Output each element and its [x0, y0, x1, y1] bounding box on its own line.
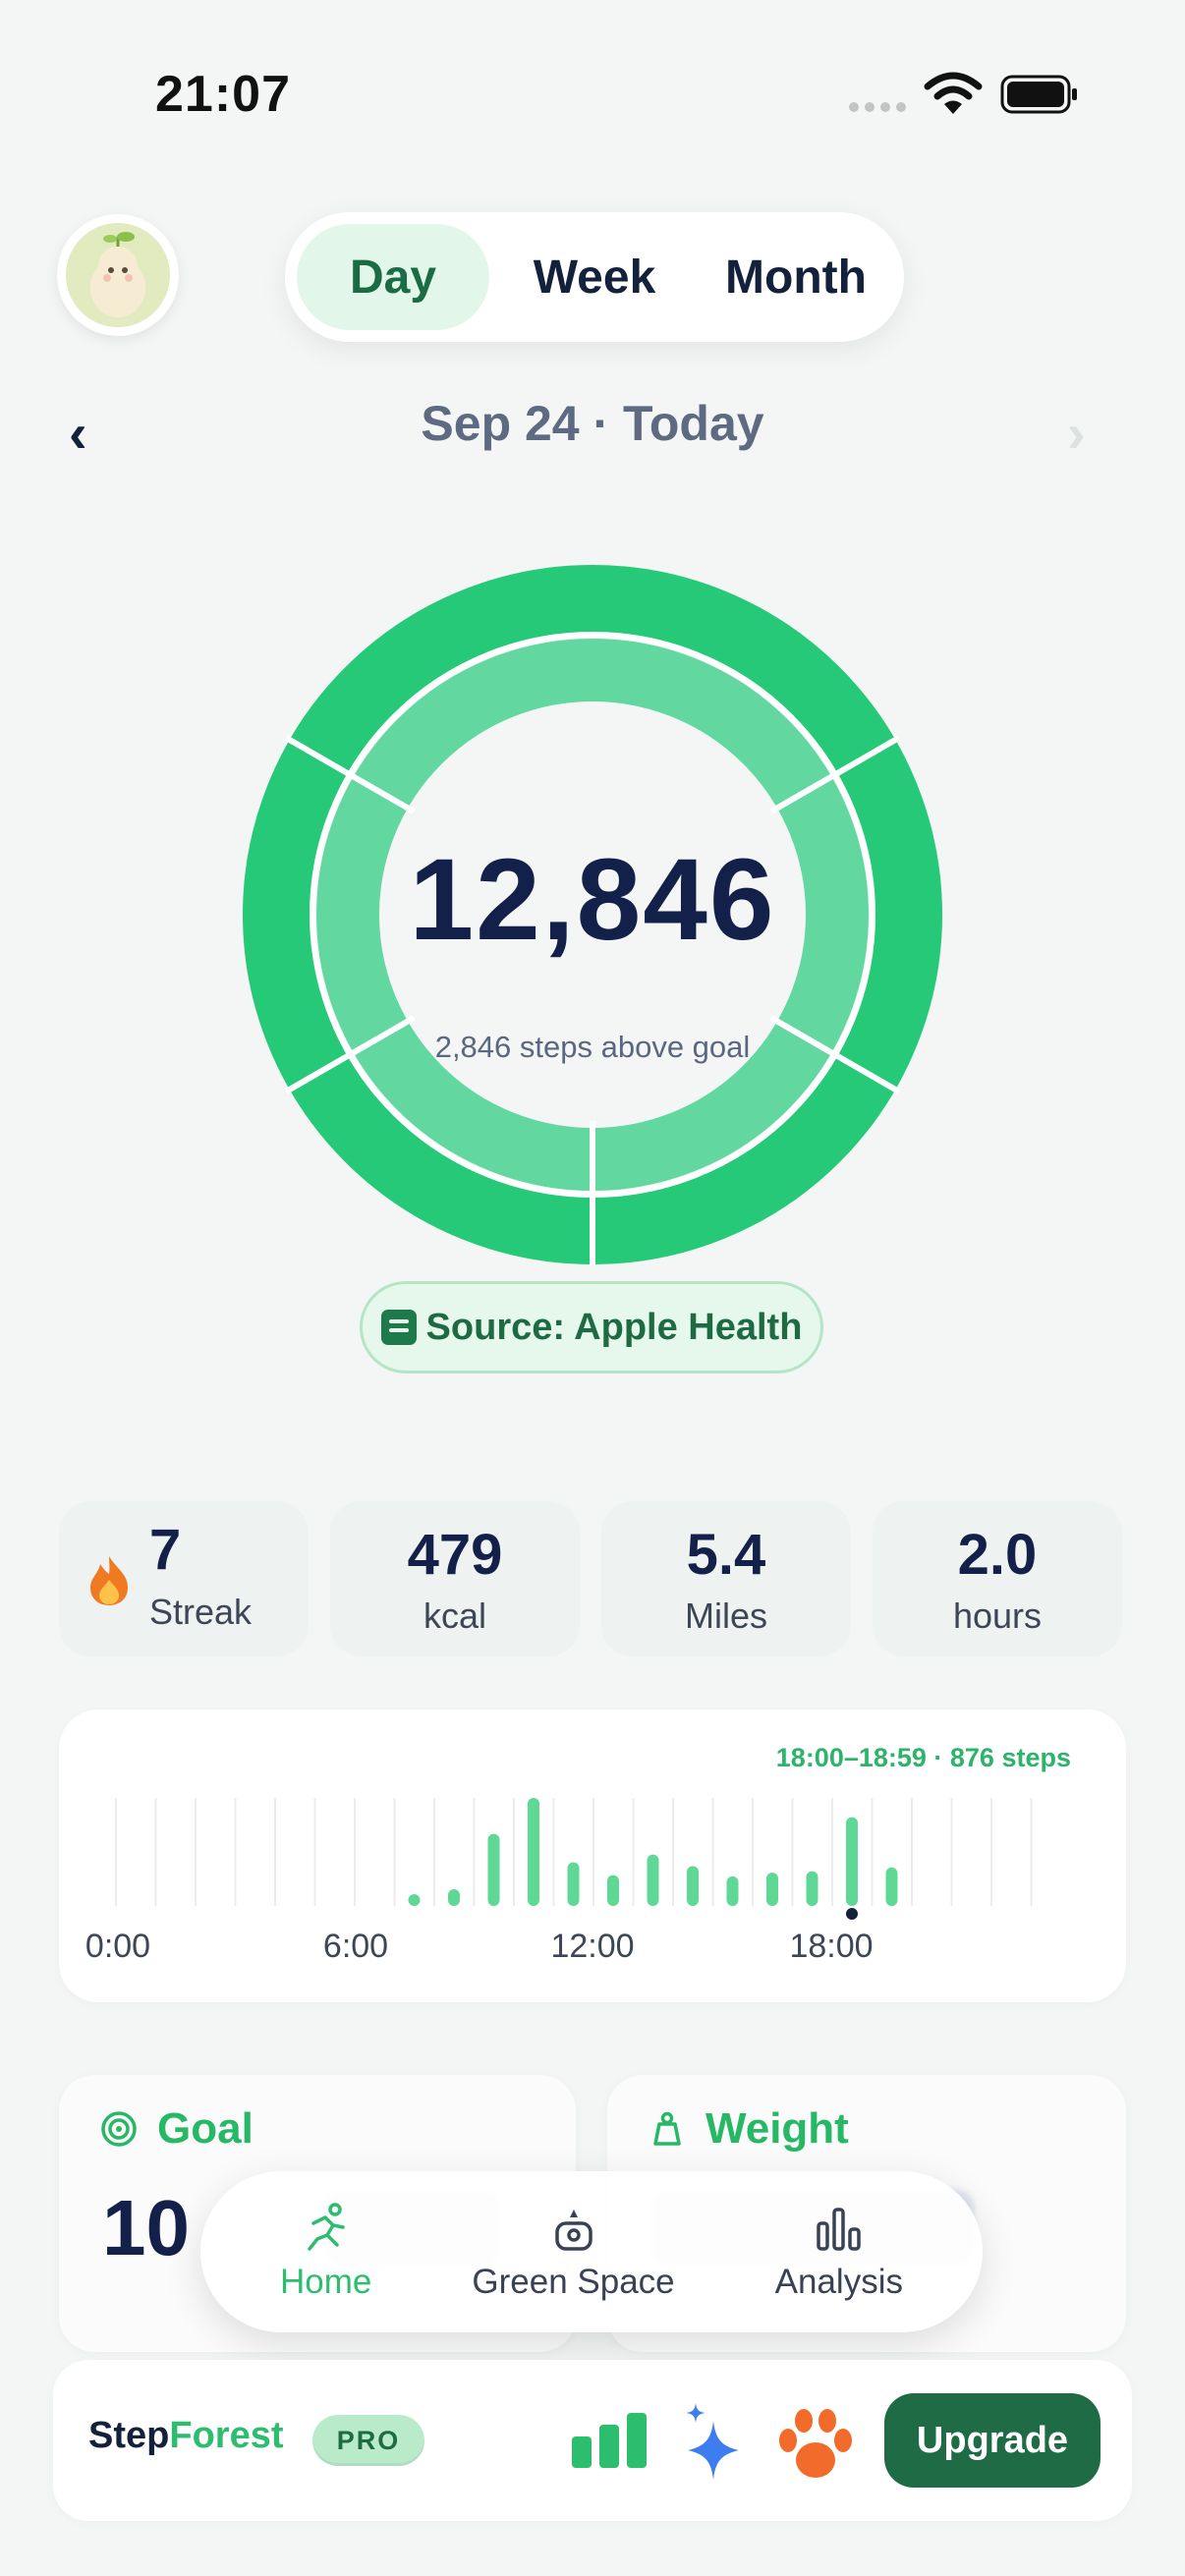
next-day-button[interactable]: › [1067, 401, 1086, 465]
goal-difference-text: 2,846 steps above goal [434, 1030, 751, 1064]
nav-home-label: Home [280, 2263, 372, 2301]
hour-bar[interactable] [766, 1872, 778, 1906]
tab-month[interactable]: Month [700, 224, 892, 330]
status-time: 21:07 [155, 66, 291, 123]
weight-card-title: Weight [705, 2104, 849, 2153]
bar-chart-feature-icon [572, 2413, 647, 2468]
brand-name: StepForest [88, 2415, 284, 2457]
cellular-signal-icon [849, 102, 908, 114]
hour-bar[interactable] [607, 1875, 619, 1906]
target-icon [101, 2111, 137, 2147]
tab-week[interactable]: Week [489, 224, 700, 330]
nav-home[interactable]: Home [280, 2202, 371, 2302]
nav-analysis[interactable]: Analysis [775, 2202, 903, 2302]
calories-label: kcal [423, 1595, 487, 1636]
period-segmented-control: Day Week Month [285, 212, 904, 342]
paw-icon [779, 2409, 852, 2478]
goal-value: 10 [102, 2184, 190, 2271]
nav-green-space-label: Green Space [472, 2263, 675, 2301]
calories-value: 479 [407, 1522, 503, 1587]
selected-hour-marker [846, 1908, 858, 1920]
hour-bar[interactable] [487, 1833, 500, 1906]
active-time-label: hours [952, 1595, 1043, 1636]
x-axis-tick-label: 6:00 [323, 1928, 388, 1965]
hour-bar[interactable] [448, 1888, 460, 1906]
wifi-icon [924, 72, 983, 114]
x-axis-tick-label: 18:00 [789, 1928, 873, 1965]
pro-upgrade-banner: StepForest PRO Upgrade [53, 2360, 1132, 2521]
x-axis-tick-label: 0:00 [85, 1928, 150, 1965]
streak-label: Streak [149, 1592, 253, 1632]
nav-analysis-label: Analysis [774, 2263, 903, 2301]
distance-stat[interactable]: 5.4 Miles [601, 1501, 851, 1656]
x-axis-tick-label: 12:00 [550, 1928, 634, 1965]
active-time-stat[interactable]: 2.0 hours [873, 1501, 1122, 1656]
sparkle-icon [686, 2403, 739, 2480]
bottom-navigation: Home Green Space Analysis [200, 2171, 983, 2332]
pear-mascot-icon [66, 223, 170, 327]
streak-value: 7 [149, 1518, 182, 1582]
hour-bar[interactable] [408, 1894, 421, 1906]
step-count: 12,846 [409, 835, 776, 965]
avatar[interactable] [57, 214, 179, 336]
hourly-steps-chart[interactable]: 0:00 6:00 12:00 18:00 18:00–18:59 · 876 ste… [59, 1709, 1126, 2002]
selected-hour-tooltip: 18:00–18:59 · 876 steps [775, 1743, 1071, 1772]
hour-bar[interactable] [567, 1862, 580, 1906]
brand-name-part2: Forest [169, 2415, 284, 2456]
upgrade-button[interactable]: Upgrade [884, 2393, 1100, 2488]
scale-icon [653, 2111, 681, 2146]
nav-green-space[interactable]: Green Space [472, 2202, 675, 2302]
hour-bar[interactable] [885, 1867, 898, 1906]
fire-icon [90, 1556, 128, 1605]
tab-day[interactable]: Day [297, 224, 489, 330]
hour-bar[interactable] [687, 1866, 699, 1906]
source-badge[interactable]: Source: Apple Health [360, 1281, 823, 1373]
hour-bar[interactable] [647, 1854, 659, 1906]
health-source-icon [380, 1310, 417, 1345]
calories-stat[interactable]: 479 kcal [330, 1501, 580, 1656]
date-label: Sep 24 · Today [421, 396, 764, 451]
hour-bar[interactable] [726, 1876, 739, 1906]
battery-icon [1000, 75, 1077, 114]
distance-value: 5.4 [686, 1522, 766, 1587]
hour-bar[interactable] [806, 1871, 818, 1906]
source-label: Source: Apple Health [425, 1306, 803, 1348]
distance-label: Miles [684, 1595, 767, 1636]
brand-name-part1: Step [88, 2415, 170, 2456]
hour-bar[interactable] [846, 1817, 858, 1906]
pro-badge: PRO [312, 2415, 424, 2466]
goal-card-title: Goal [157, 2104, 254, 2153]
running-icon [307, 2203, 345, 2251]
hour-bar[interactable] [528, 1798, 539, 1906]
active-time-value: 2.0 [957, 1522, 1038, 1587]
bar-chart-icon [817, 2208, 861, 2251]
map-icon [554, 2210, 592, 2251]
streak-stat[interactable]: 7 Streak [59, 1501, 309, 1656]
